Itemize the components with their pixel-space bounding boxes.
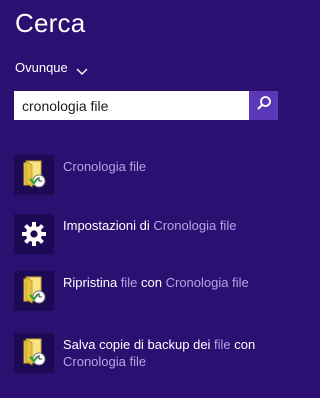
result-text: Salva copie di backup dei file con Crono… [63, 333, 287, 370]
scope-label: Ovunque [15, 60, 68, 75]
chevron-down-icon [76, 64, 88, 75]
file-history-icon [14, 155, 54, 195]
search-result[interactable]: Impostazioni di Cronologia file [14, 214, 287, 254]
result-text-part: con [230, 337, 256, 352]
result-text-part: Cronologia file [63, 354, 147, 369]
result-text: Cronologia file [63, 155, 287, 175]
search-input[interactable] [14, 92, 249, 119]
result-text-part: Cronologia file [63, 159, 147, 174]
result-text: Ripristina file con Cronologia file [63, 271, 287, 291]
result-text-part: file [120, 275, 138, 290]
search-icon [256, 95, 272, 116]
search-result[interactable]: Cronologia file [14, 155, 287, 195]
file-history-icon [14, 271, 54, 311]
gear-icon [14, 214, 54, 254]
search-result[interactable]: Salva copie di backup dei file con Crono… [14, 333, 287, 373]
search-box [14, 91, 278, 120]
result-text-part: file [214, 337, 231, 352]
result-text-part: Cronologia file [153, 218, 237, 233]
page-title: Cerca [15, 8, 86, 38]
result-text-part: Salva copie di backup dei [63, 337, 215, 352]
search-result[interactable]: Ripristina file con Cronologia file [14, 271, 287, 311]
scope-dropdown[interactable]: Ovunque [15, 60, 88, 75]
result-text-part: con [137, 275, 166, 290]
search-button[interactable] [249, 91, 278, 120]
file-history-icon [14, 333, 54, 373]
result-text: Impostazioni di Cronologia file [63, 214, 287, 234]
result-text-part: Ripristina [63, 275, 121, 290]
result-text-part: Cronologia file [165, 275, 249, 290]
result-text-part: Impostazioni di [63, 218, 154, 233]
